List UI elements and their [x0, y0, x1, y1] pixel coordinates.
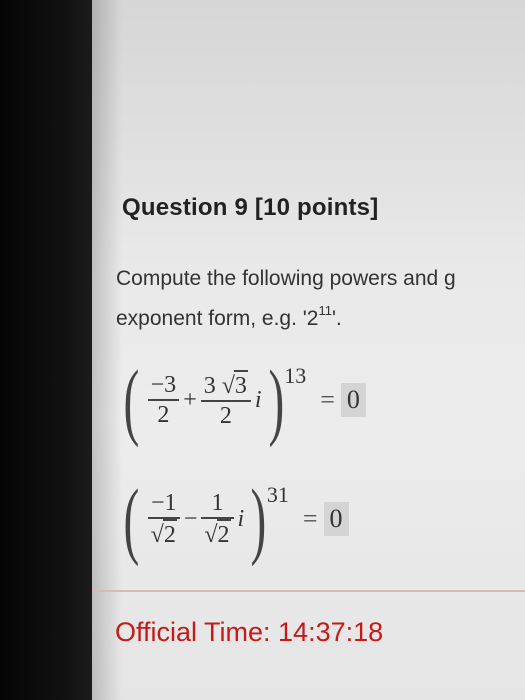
plus-operator: + [183, 386, 197, 413]
fraction-denominator: 2 [157, 402, 170, 428]
fraction-denominator: √2 [148, 519, 180, 549]
equals-sign: = [320, 385, 335, 414]
coefficient: 3 [203, 373, 216, 399]
section-divider [92, 590, 525, 592]
fraction-denominator: 2 [219, 403, 232, 429]
radicand: 3 [233, 370, 248, 400]
radicand: 2 [216, 519, 231, 549]
exponent: 13 [284, 363, 307, 388]
prompt-example-suffix: '. [331, 307, 342, 330]
answer-field-2[interactable]: 0 [323, 502, 349, 536]
left-paren: ( [123, 352, 140, 448]
expression-1: ( −3 2 + 3 √3 2 i ) 13 = 0 [117, 357, 366, 443]
official-time: Official Time: 14:37:18 [115, 617, 384, 647]
fraction-numerator: 1 [211, 490, 224, 516]
fraction-2: 1 √2 [201, 489, 234, 549]
fraction-2: 3 √3 2 [200, 370, 251, 430]
fraction-1: −3 2 [147, 371, 180, 429]
imaginary-unit: i [237, 505, 245, 532]
right-paren: ) [268, 352, 284, 448]
fraction-numerator: −3 [150, 372, 177, 398]
prompt-line-2: exponent form, e.g. '211'. [116, 296, 525, 336]
radicand: 2 [162, 519, 177, 549]
question-title: Question 9 [10 points] [122, 194, 379, 221]
quiz-page [92, 0, 525, 700]
prompt-line-1: Compute the following powers and g [116, 267, 456, 290]
right-paren: ) [250, 471, 267, 567]
prompt-example-prefix: exponent form, e.g. '2 [116, 307, 319, 330]
fraction-numerator: −1 [150, 490, 177, 516]
question-prompt: Compute the following powers and g expon… [116, 262, 525, 336]
equals-sign: = [302, 504, 318, 533]
fraction-1: −1 √2 [147, 489, 180, 549]
expression-2: ( −1 √2 − 1 √2 i ) 31 = 0 [117, 476, 349, 562]
imaginary-unit: i [254, 386, 262, 413]
screen-shadow [92, 0, 122, 700]
fraction-numerator: 3 √3 [201, 370, 251, 400]
prompt-example-exponent: 11 [318, 303, 332, 318]
left-paren: ( [123, 471, 140, 567]
device-bezel [0, 0, 92, 700]
minus-operator: − [183, 505, 198, 532]
fraction-denominator: √2 [201, 519, 233, 549]
exponent: 31 [266, 482, 289, 507]
answer-field-1[interactable]: 0 [340, 383, 366, 417]
